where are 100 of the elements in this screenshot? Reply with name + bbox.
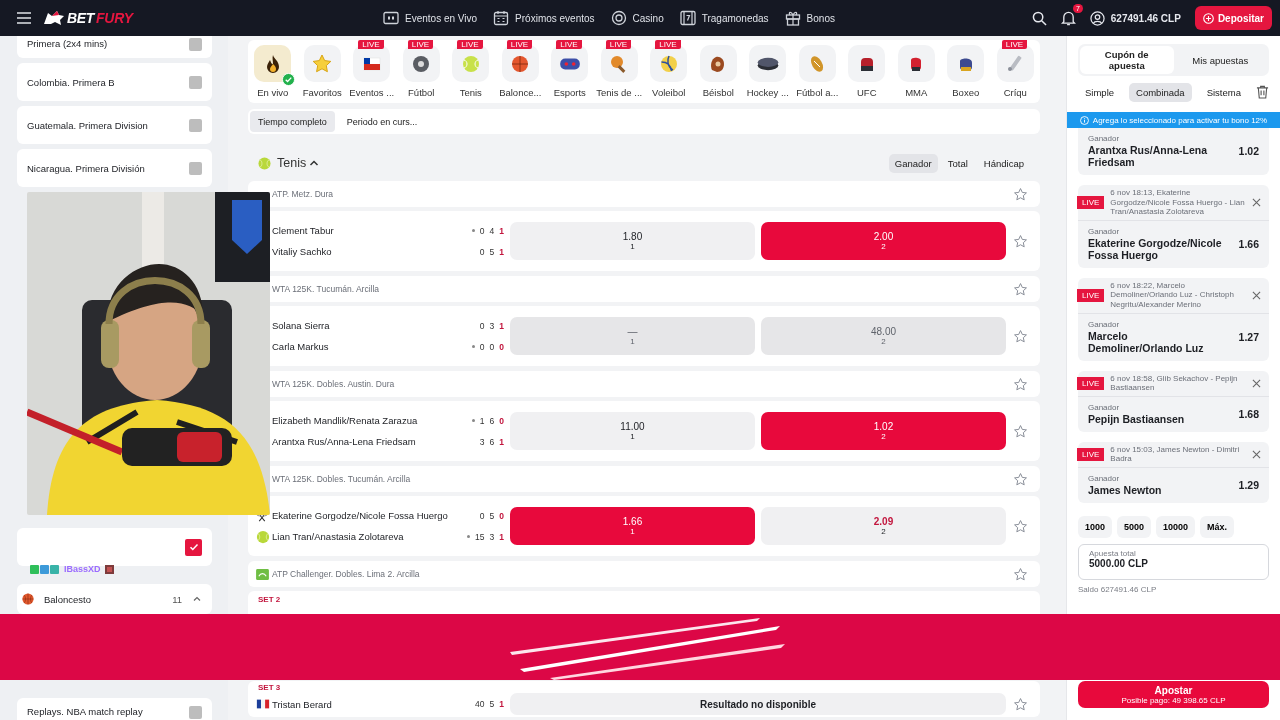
checkbox[interactable] [189, 38, 202, 51]
odds-button[interactable]: 2.00 2 [761, 222, 1006, 260]
odds-button[interactable]: 1.80 1 [510, 222, 755, 260]
stake-button[interactable]: 5000 [1117, 515, 1152, 538]
market-tab[interactable]: Ganador [888, 153, 938, 173]
nav-link[interactable]: Casino [610, 10, 664, 26]
checkbox[interactable] [189, 75, 202, 89]
star-icon[interactable] [1013, 471, 1028, 487]
serve-dot [471, 345, 475, 348]
market-tab[interactable]: Total [941, 153, 974, 173]
score: 1 [499, 699, 504, 709]
sport-tab[interactable]: LIVE Esports [545, 40, 595, 99]
logo[interactable]: BETFURY [43, 10, 133, 26]
sport-tab[interactable]: LIVE Tenis de ... [594, 40, 644, 99]
sport-tab[interactable]: UFC [842, 40, 892, 99]
league-name: WTA 125K. Dobles. Tucumán. Arcilla [272, 474, 412, 484]
sport-tab[interactable]: MMA [891, 40, 941, 99]
serve-dot [471, 229, 475, 232]
sport-tab[interactable]: En vivo [248, 40, 298, 99]
bell-icon[interactable] [1060, 10, 1076, 26]
close-icon[interactable] [1252, 290, 1261, 300]
odds-button: — 1 [510, 317, 755, 355]
player-name: Elizabeth Mandlik/Renata Zarazua [272, 415, 418, 426]
odds-value: 1.02 [1238, 145, 1259, 157]
info-icon [1079, 115, 1089, 125]
star-icon[interactable] [1013, 376, 1028, 392]
star-icon[interactable] [1013, 423, 1028, 439]
sport-tab[interactable]: LIVE Críqu [990, 40, 1040, 99]
odds-button[interactable]: 11.00 1 [510, 412, 755, 450]
league-item[interactable] [17, 528, 212, 566]
nav-link[interactable]: Próximos eventos [493, 10, 595, 26]
stake-field[interactable]: Apuesta total 5000.00 CLP [1078, 543, 1269, 580]
odds-button[interactable]: 1.02 2 [761, 412, 1006, 450]
odds-button[interactable]: 2.09 2 [761, 507, 1006, 545]
search-icon[interactable] [1031, 10, 1047, 26]
stake-button[interactable]: Máx. [1200, 515, 1235, 538]
odds-button[interactable]: 1.66 1 [510, 507, 755, 545]
sport-tab[interactable]: LIVE Balonce... [495, 40, 545, 99]
league-item[interactable]: Primera (2x4 mins) [17, 36, 212, 58]
score: 3 [489, 531, 495, 542]
period-tab[interactable]: Tiempo completo [250, 111, 335, 132]
star-icon[interactable] [1013, 281, 1028, 297]
nav-link[interactable]: Tragamonedas [679, 10, 769, 26]
star-icon[interactable] [1013, 566, 1028, 582]
slip-tab[interactable]: Cupón de apuesta [1080, 46, 1174, 74]
close-icon[interactable] [1252, 378, 1261, 388]
stake-button[interactable]: 10000 [1156, 515, 1196, 538]
sport-tab[interactable]: Favoritos [297, 40, 347, 99]
sport-tab[interactable]: LIVE Tenis [446, 40, 496, 99]
mode-tab[interactable]: Simple [1078, 82, 1122, 102]
menu-icon[interactable] [17, 12, 31, 24]
checkbox[interactable] [185, 538, 202, 556]
stake-button[interactable]: 1000 [1078, 515, 1113, 538]
close-icon[interactable] [1252, 197, 1261, 207]
league-item[interactable]: Nicaragua. Primera División [17, 149, 212, 187]
score: 1 [499, 225, 504, 236]
trash-icon[interactable] [1255, 85, 1269, 99]
sport-tab[interactable]: Boxeo [941, 40, 991, 99]
section-toggle[interactable]: Tenis [277, 156, 320, 170]
checkbox[interactable] [189, 706, 202, 719]
player-name: Ekaterine Gorgodze/Nicole Fossa Huergo [272, 510, 448, 521]
score: 1 [499, 531, 504, 542]
star-icon[interactable] [1013, 328, 1028, 344]
sport-tab[interactable]: LIVE Voleibol [644, 40, 694, 99]
account-balance[interactable]: 627491.46 CLP [1089, 10, 1181, 26]
league-item[interactable]: Colombia. Primera B [17, 63, 212, 101]
player-name: Clement Tabur [272, 225, 334, 236]
sport-tab[interactable]: Fútbol a... [792, 40, 842, 99]
gift-icon [784, 10, 801, 26]
live-badge: LIVE [605, 40, 632, 49]
checkbox[interactable] [189, 118, 202, 132]
checkbox[interactable] [189, 161, 202, 175]
sport-tab[interactable]: Hockey ... [743, 40, 793, 99]
mode-tab[interactable]: Combinada [1129, 82, 1192, 102]
place-bet-button[interactable]: Apostar Posible pago: 49 398.65 CLP [1078, 681, 1269, 708]
category-header[interactable]: Baloncesto 11 [17, 584, 212, 614]
star-icon[interactable] [1013, 186, 1028, 202]
nav-link[interactable]: Eventos en Vivo [383, 10, 478, 26]
league-item[interactable]: Replays. NBA match replay [17, 698, 212, 720]
slip-tab[interactable]: Mis apuestas [1173, 46, 1267, 74]
sport-tab[interactable]: LIVE Eventos ... [347, 40, 397, 99]
star-icon[interactable] [1013, 696, 1028, 712]
serve-dot [467, 535, 471, 538]
sport-tab[interactable]: LIVE Fútbol [396, 40, 446, 99]
score: 0 [499, 415, 504, 426]
score: 15 [475, 531, 485, 542]
deposit-button[interactable]: Depositar [1194, 6, 1272, 30]
close-icon[interactable] [1252, 449, 1261, 459]
event-name: 6 nov 15:03, James Newton - Dimitri Badra [1110, 444, 1241, 464]
league-item[interactable]: Guatemala. Primera Division [17, 106, 212, 144]
mode-tab[interactable]: Sistema [1199, 82, 1248, 102]
star-icon[interactable] [1013, 233, 1028, 249]
league-name: ATP. Metz. Dura [272, 189, 335, 199]
set-label: SET 2 [258, 595, 282, 605]
market-tab[interactable]: Hándicap [977, 153, 1030, 173]
chat-username: IBassXD [64, 564, 101, 574]
period-tab[interactable]: Periodo en curs... [338, 111, 426, 132]
nav-link[interactable]: Bonos [784, 10, 835, 26]
star-icon[interactable] [1013, 518, 1028, 534]
sport-tab[interactable]: Béisbol [693, 40, 743, 99]
